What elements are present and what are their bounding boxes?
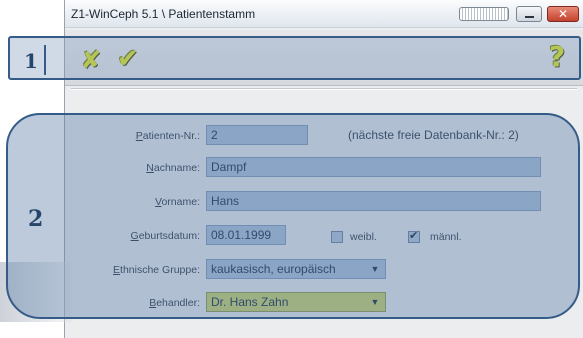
window-title: Z1-WinCeph 5.1 \ Patientenstamm [71,7,256,21]
callout-box-2 [6,113,580,319]
toolbar-separator [71,88,577,90]
close-button[interactable]: ✕ [547,6,579,22]
minimize-button[interactable] [516,6,542,22]
titlebar-indicator [459,7,509,21]
callout-box-1 [8,36,581,80]
callout-number-1: 1 [24,49,38,73]
title-bar: Z1-WinCeph 5.1 \ Patientenstamm ✕ [65,0,583,28]
callout-number-2: 2 [28,206,44,232]
